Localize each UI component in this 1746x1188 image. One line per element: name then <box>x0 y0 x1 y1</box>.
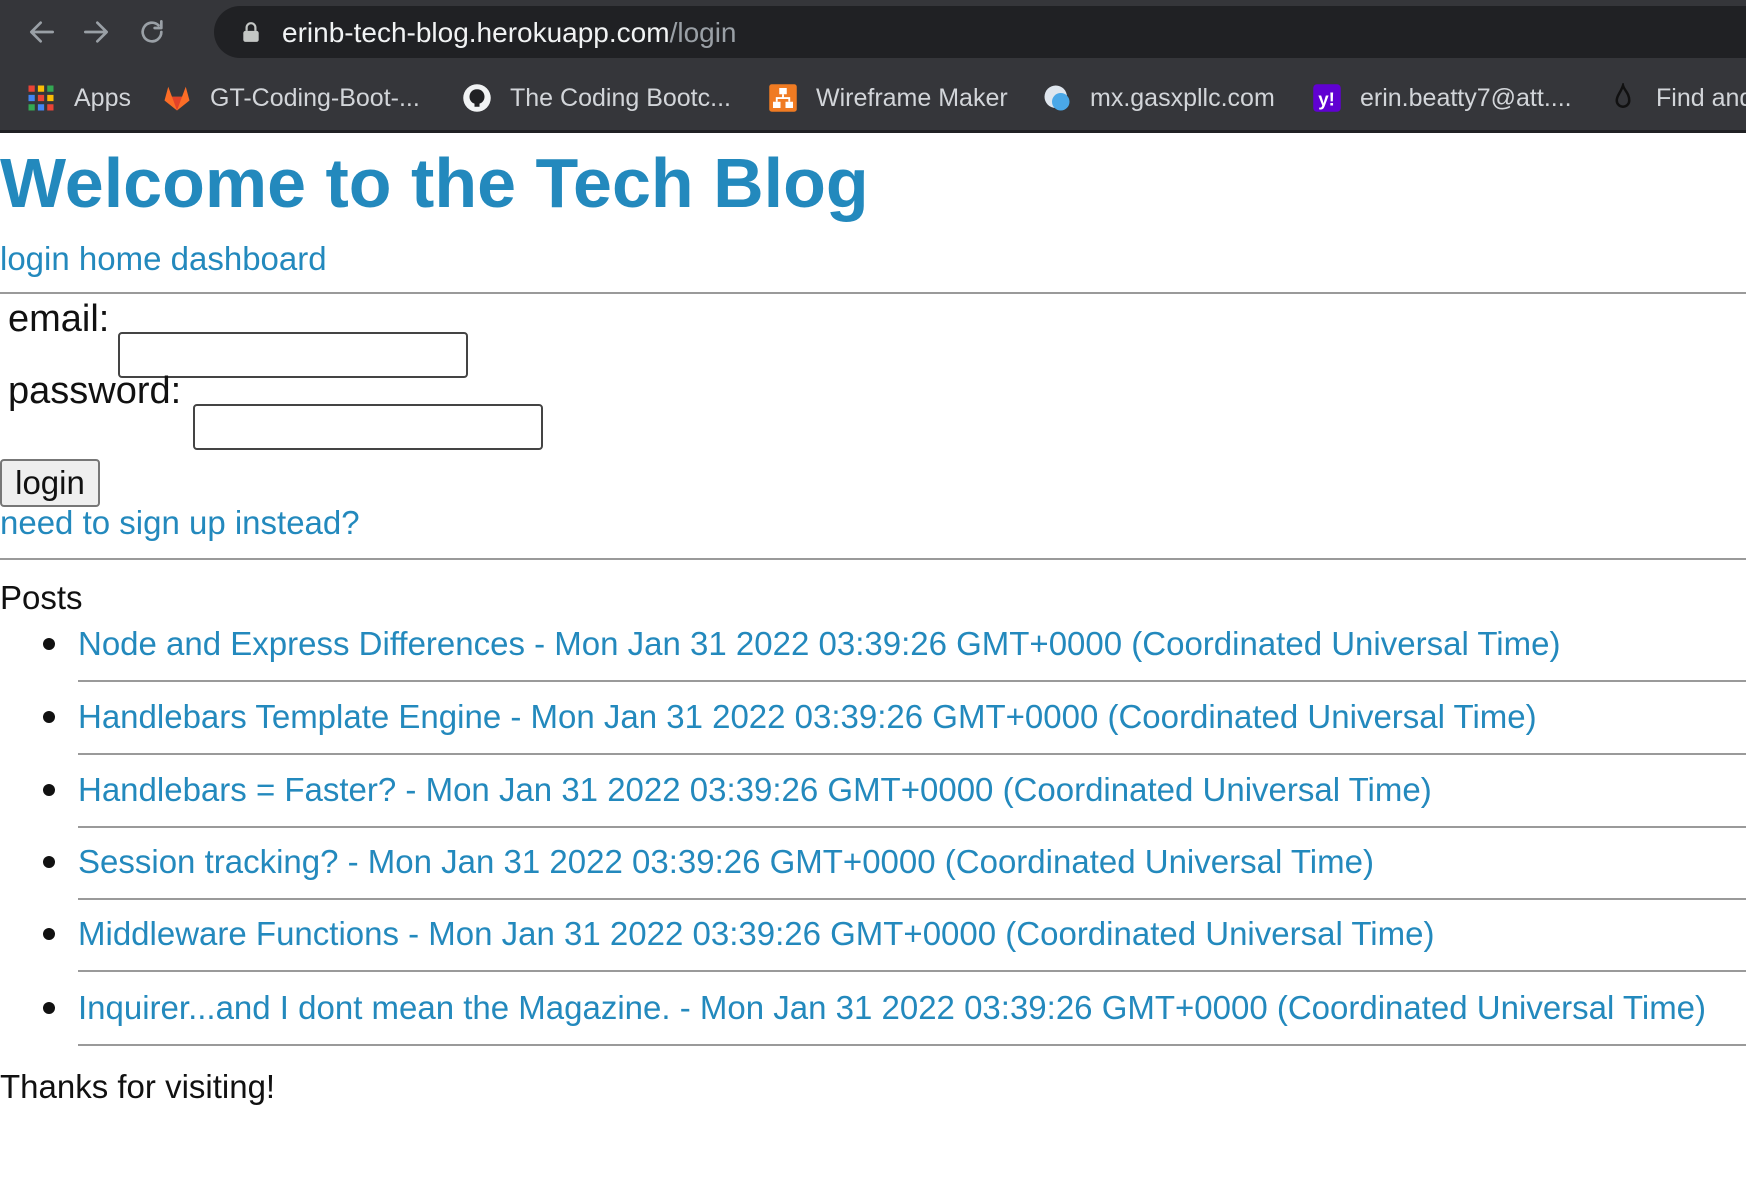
bookmark-label: The Coding Bootc... <box>510 83 731 112</box>
bullet-icon <box>43 1002 55 1014</box>
post-divider <box>78 826 1746 828</box>
flame-icon <box>1608 83 1638 113</box>
post-link[interactable]: Middleware Functions - Mon Jan 31 2022 0… <box>78 914 1434 954</box>
reload-icon <box>141 20 163 43</box>
list-item: Inquirer...and I dont mean the Magazine.… <box>0 978 1746 1052</box>
bullet-icon <box>43 711 55 723</box>
bullet-icon <box>43 638 55 650</box>
nav-login-link[interactable]: login <box>0 240 70 277</box>
browser-chrome: erinb-tech-blog.herokuapp.com/login Apps… <box>0 0 1746 133</box>
bullet-icon <box>43 856 55 868</box>
bookmark-gitlab[interactable]: GT-Coding-Boot-... <box>162 78 420 118</box>
list-item: Handlebars Template Engine - Mon Jan 31 … <box>0 687 1746 761</box>
wireframe-icon <box>768 83 798 113</box>
bookmark-label: Apps <box>74 83 131 112</box>
password-label: password: <box>8 370 182 412</box>
bookmark-yahoo-mail[interactable]: y! erin.beatty7@att.... <box>1312 78 1572 118</box>
bookmark-label: Find and <box>1656 83 1746 112</box>
bookmark-find-and[interactable]: Find and <box>1608 78 1746 118</box>
login-button[interactable]: login <box>0 459 100 507</box>
email-label: email: <box>8 298 110 340</box>
list-item: Middleware Functions - Mon Jan 31 2022 0… <box>0 904 1746 978</box>
bookmark-apps[interactable]: Apps <box>26 78 131 118</box>
url-host: erinb-tech-blog.herokuapp.com <box>282 17 670 48</box>
page-title: Welcome to the Tech Blog <box>0 144 869 222</box>
top-nav: login home dashboard <box>0 239 327 279</box>
lock-icon <box>243 22 259 42</box>
post-divider <box>78 753 1746 755</box>
apps-grid-icon <box>26 83 56 113</box>
bullet-icon <box>43 928 55 940</box>
reload-button[interactable] <box>132 12 172 52</box>
nav-dashboard-link[interactable]: dashboard <box>171 240 327 277</box>
bookmark-gasxpllc[interactable]: mx.gasxpllc.com <box>1042 78 1275 118</box>
post-link[interactable]: Handlebars Template Engine - Mon Jan 31 … <box>78 697 1537 737</box>
post-divider <box>78 898 1746 900</box>
list-item: Node and Express Differences - Mon Jan 3… <box>0 614 1746 688</box>
post-divider <box>78 680 1746 682</box>
list-item: Handlebars = Faster? - Mon Jan 31 2022 0… <box>0 760 1746 834</box>
gitlab-icon <box>162 83 192 113</box>
list-item: Session tracking? - Mon Jan 31 2022 03:3… <box>0 832 1746 906</box>
post-link[interactable]: Inquirer...and I dont mean the Magazine.… <box>78 988 1706 1028</box>
address-bar[interactable]: erinb-tech-blog.herokuapp.com/login <box>214 6 1746 58</box>
address-url[interactable]: erinb-tech-blog.herokuapp.com/login <box>282 18 737 48</box>
footer-text: Thanks for visiting! <box>0 1068 276 1105</box>
github-icon <box>462 83 492 113</box>
bookmark-label: GT-Coding-Boot-... <box>210 83 420 112</box>
bookmark-coding-bootcamp[interactable]: The Coding Bootc... <box>462 78 731 118</box>
globe-icon <box>1042 83 1072 113</box>
posts-heading: Posts <box>0 579 83 616</box>
post-link[interactable]: Node and Express Differences - Mon Jan 3… <box>78 624 1560 664</box>
bookmarks-bar: Apps GT-Coding-Boot-... The Coding Bootc… <box>0 68 1746 128</box>
back-button[interactable] <box>22 12 62 52</box>
post-divider <box>78 970 1746 972</box>
bookmark-label: Wireframe Maker <box>816 83 1008 112</box>
bookmark-wireframe-maker[interactable]: Wireframe Maker <box>768 78 1008 118</box>
bookmark-label: mx.gasxpllc.com <box>1090 83 1275 112</box>
yahoo-icon: y! <box>1312 83 1342 113</box>
header-divider <box>0 292 1746 294</box>
arrow-right-icon <box>84 21 108 43</box>
post-link[interactable]: Session tracking? - Mon Jan 31 2022 03:3… <box>78 842 1374 882</box>
forward-button[interactable] <box>76 12 116 52</box>
arrow-left-icon <box>30 21 54 43</box>
bullet-icon <box>43 784 55 796</box>
signup-link[interactable]: need to sign up instead? <box>0 503 360 543</box>
bookmark-label: erin.beatty7@att.... <box>1360 83 1572 112</box>
url-path: /login <box>669 17 737 48</box>
post-link[interactable]: Handlebars = Faster? - Mon Jan 31 2022 0… <box>78 770 1432 810</box>
post-divider <box>78 1044 1746 1046</box>
password-field[interactable] <box>193 404 543 450</box>
chrome-divider <box>0 130 1746 133</box>
svg-text:y!: y! <box>1318 89 1335 110</box>
browser-toolbar: erinb-tech-blog.herokuapp.com/login <box>0 0 1746 62</box>
form-divider <box>0 558 1746 560</box>
nav-home-link[interactable]: home <box>79 240 162 277</box>
